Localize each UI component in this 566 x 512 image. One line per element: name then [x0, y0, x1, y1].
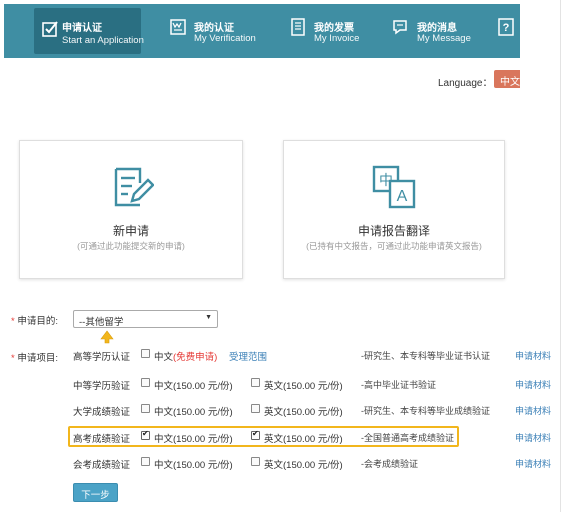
- pointer-arrow-icon: [100, 330, 114, 344]
- application-row: 中等学历验证 中文(150.00 元/份) 英文(150.00 元/份) -高中…: [0, 373, 566, 395]
- language-selector[interactable]: 中文: [494, 70, 520, 88]
- purpose-label: * 申请目的:: [11, 316, 58, 327]
- row-name: 大学成绩验证: [73, 407, 131, 418]
- purpose-select[interactable]: --其他留学 ▼: [73, 310, 218, 328]
- row-description: -高中毕业证书验证: [361, 380, 436, 390]
- language-label: Language：: [438, 78, 493, 89]
- row-description: -研究生、本专科等毕业证书认证: [361, 351, 490, 361]
- cn-checkbox[interactable]: [141, 349, 150, 358]
- en-option: 英文(150.00 元/份): [264, 434, 343, 445]
- nav-subtitle: My Verification: [194, 33, 256, 44]
- purpose-select-value: --其他留学: [79, 317, 124, 328]
- cn-checkbox[interactable]: [141, 404, 150, 413]
- cn-checkbox[interactable]: [141, 457, 150, 466]
- en-checkbox[interactable]: [251, 457, 260, 466]
- translate-report-card[interactable]: 中 A 申请报告翻译 (已持有中文报告，可通过此功能申请英文报告): [283, 140, 505, 279]
- nav-title: 我的认证: [194, 23, 234, 34]
- nav-start-application[interactable]: 申请认证 Start an Application: [34, 8, 144, 54]
- dropdown-arrow-icon: ▼: [205, 314, 212, 321]
- card-title: 申请报告翻译: [357, 224, 430, 238]
- edit-document-icon: [114, 167, 154, 207]
- nav-help[interactable]: ?: [494, 4, 520, 58]
- materials-link[interactable]: 申请材料: [515, 404, 551, 417]
- check-square-icon: [42, 21, 58, 37]
- row-name: 会考成绩验证: [73, 460, 131, 471]
- nav-title: 我的发票: [314, 23, 354, 34]
- help-icon: ?: [498, 18, 514, 36]
- application-row: 会考成绩验证 中文(150.00 元/份) 英文(150.00 元/份) -会考…: [0, 452, 566, 474]
- cn-option: 中文(150.00 元/份): [154, 460, 233, 471]
- materials-link[interactable]: 申请材料: [515, 349, 551, 362]
- en-option: 英文(150.00 元/份): [264, 381, 343, 392]
- nav-my-verification[interactable]: 我的认证 My Verification: [164, 4, 264, 58]
- free-tag: (免费申请): [173, 352, 218, 363]
- cn-checkbox[interactable]: [141, 378, 150, 387]
- nav-subtitle: My Invoice: [314, 33, 360, 44]
- materials-link[interactable]: 申请材料: [515, 457, 551, 470]
- next-step-button[interactable]: 下一步: [73, 483, 118, 502]
- application-row: 高等学历认证 中文(免费申请) 受理范围 -研究生、本专科等毕业证书认证 申请材…: [0, 344, 566, 366]
- row-name: 高考成绩验证: [73, 434, 131, 445]
- message-icon: [393, 20, 407, 35]
- en-checkbox[interactable]: [251, 378, 260, 387]
- scope-link[interactable]: 受理范围: [229, 349, 267, 363]
- svg-text:?: ?: [503, 22, 510, 34]
- card-subtitle: (已持有中文报告，可通过此功能申请英文报告): [306, 241, 482, 251]
- card-subtitle: (可通过此功能提交新的申请): [77, 241, 185, 251]
- application-row: 高考成绩验证 中文(150.00 元/份) 英文(150.00 元/份) -全国…: [0, 426, 566, 448]
- cn-option: 中文(150.00 元/份): [154, 434, 233, 445]
- materials-link[interactable]: 申请材料: [515, 431, 551, 444]
- nav-title: 我的消息: [417, 23, 457, 34]
- new-application-card[interactable]: 新申请 (可通过此功能提交新的申请): [19, 140, 243, 279]
- required-mark: *: [11, 316, 15, 327]
- en-checkbox[interactable]: [251, 429, 260, 440]
- nav-subtitle: My Message: [417, 33, 471, 44]
- nav-my-invoice[interactable]: 我的发票 My Invoice: [284, 4, 374, 58]
- nav-my-message[interactable]: 我的消息 My Message: [386, 4, 476, 58]
- cn-option: 中文(150.00 元/份): [154, 407, 233, 418]
- nav-title: 申请认证: [62, 23, 102, 34]
- row-description: -全国普通高考成绩验证: [361, 433, 454, 443]
- verification-icon: [170, 19, 186, 35]
- invoice-icon: [291, 18, 305, 36]
- row-description: -研究生、本专科等毕业成绩验证: [361, 406, 490, 416]
- page-divider: [560, 0, 561, 512]
- row-description: -会考成绩验证: [361, 459, 418, 469]
- materials-link[interactable]: 申请材料: [515, 378, 551, 391]
- cn-option: 中文(150.00 元/份): [154, 381, 233, 392]
- translate-icon: 中 A: [372, 165, 416, 209]
- row-name: 高等学历认证: [73, 352, 131, 363]
- nav-subtitle: Start an Application: [62, 35, 144, 46]
- svg-text:A: A: [397, 188, 408, 205]
- row-name: 中等学历验证: [73, 381, 131, 392]
- application-row: 大学成绩验证 中文(150.00 元/份) 英文(150.00 元/份) -研究…: [0, 399, 566, 421]
- cn-option: 中文(免费申请): [154, 352, 218, 363]
- en-checkbox[interactable]: [251, 404, 260, 413]
- en-option: 英文(150.00 元/份): [264, 407, 343, 418]
- top-nav: 申请认证 Start an Application 我的认证 My Verifi…: [4, 4, 520, 58]
- card-title: 新申请: [112, 224, 149, 238]
- en-option: 英文(150.00 元/份): [264, 460, 343, 471]
- cn-checkbox[interactable]: [141, 429, 150, 440]
